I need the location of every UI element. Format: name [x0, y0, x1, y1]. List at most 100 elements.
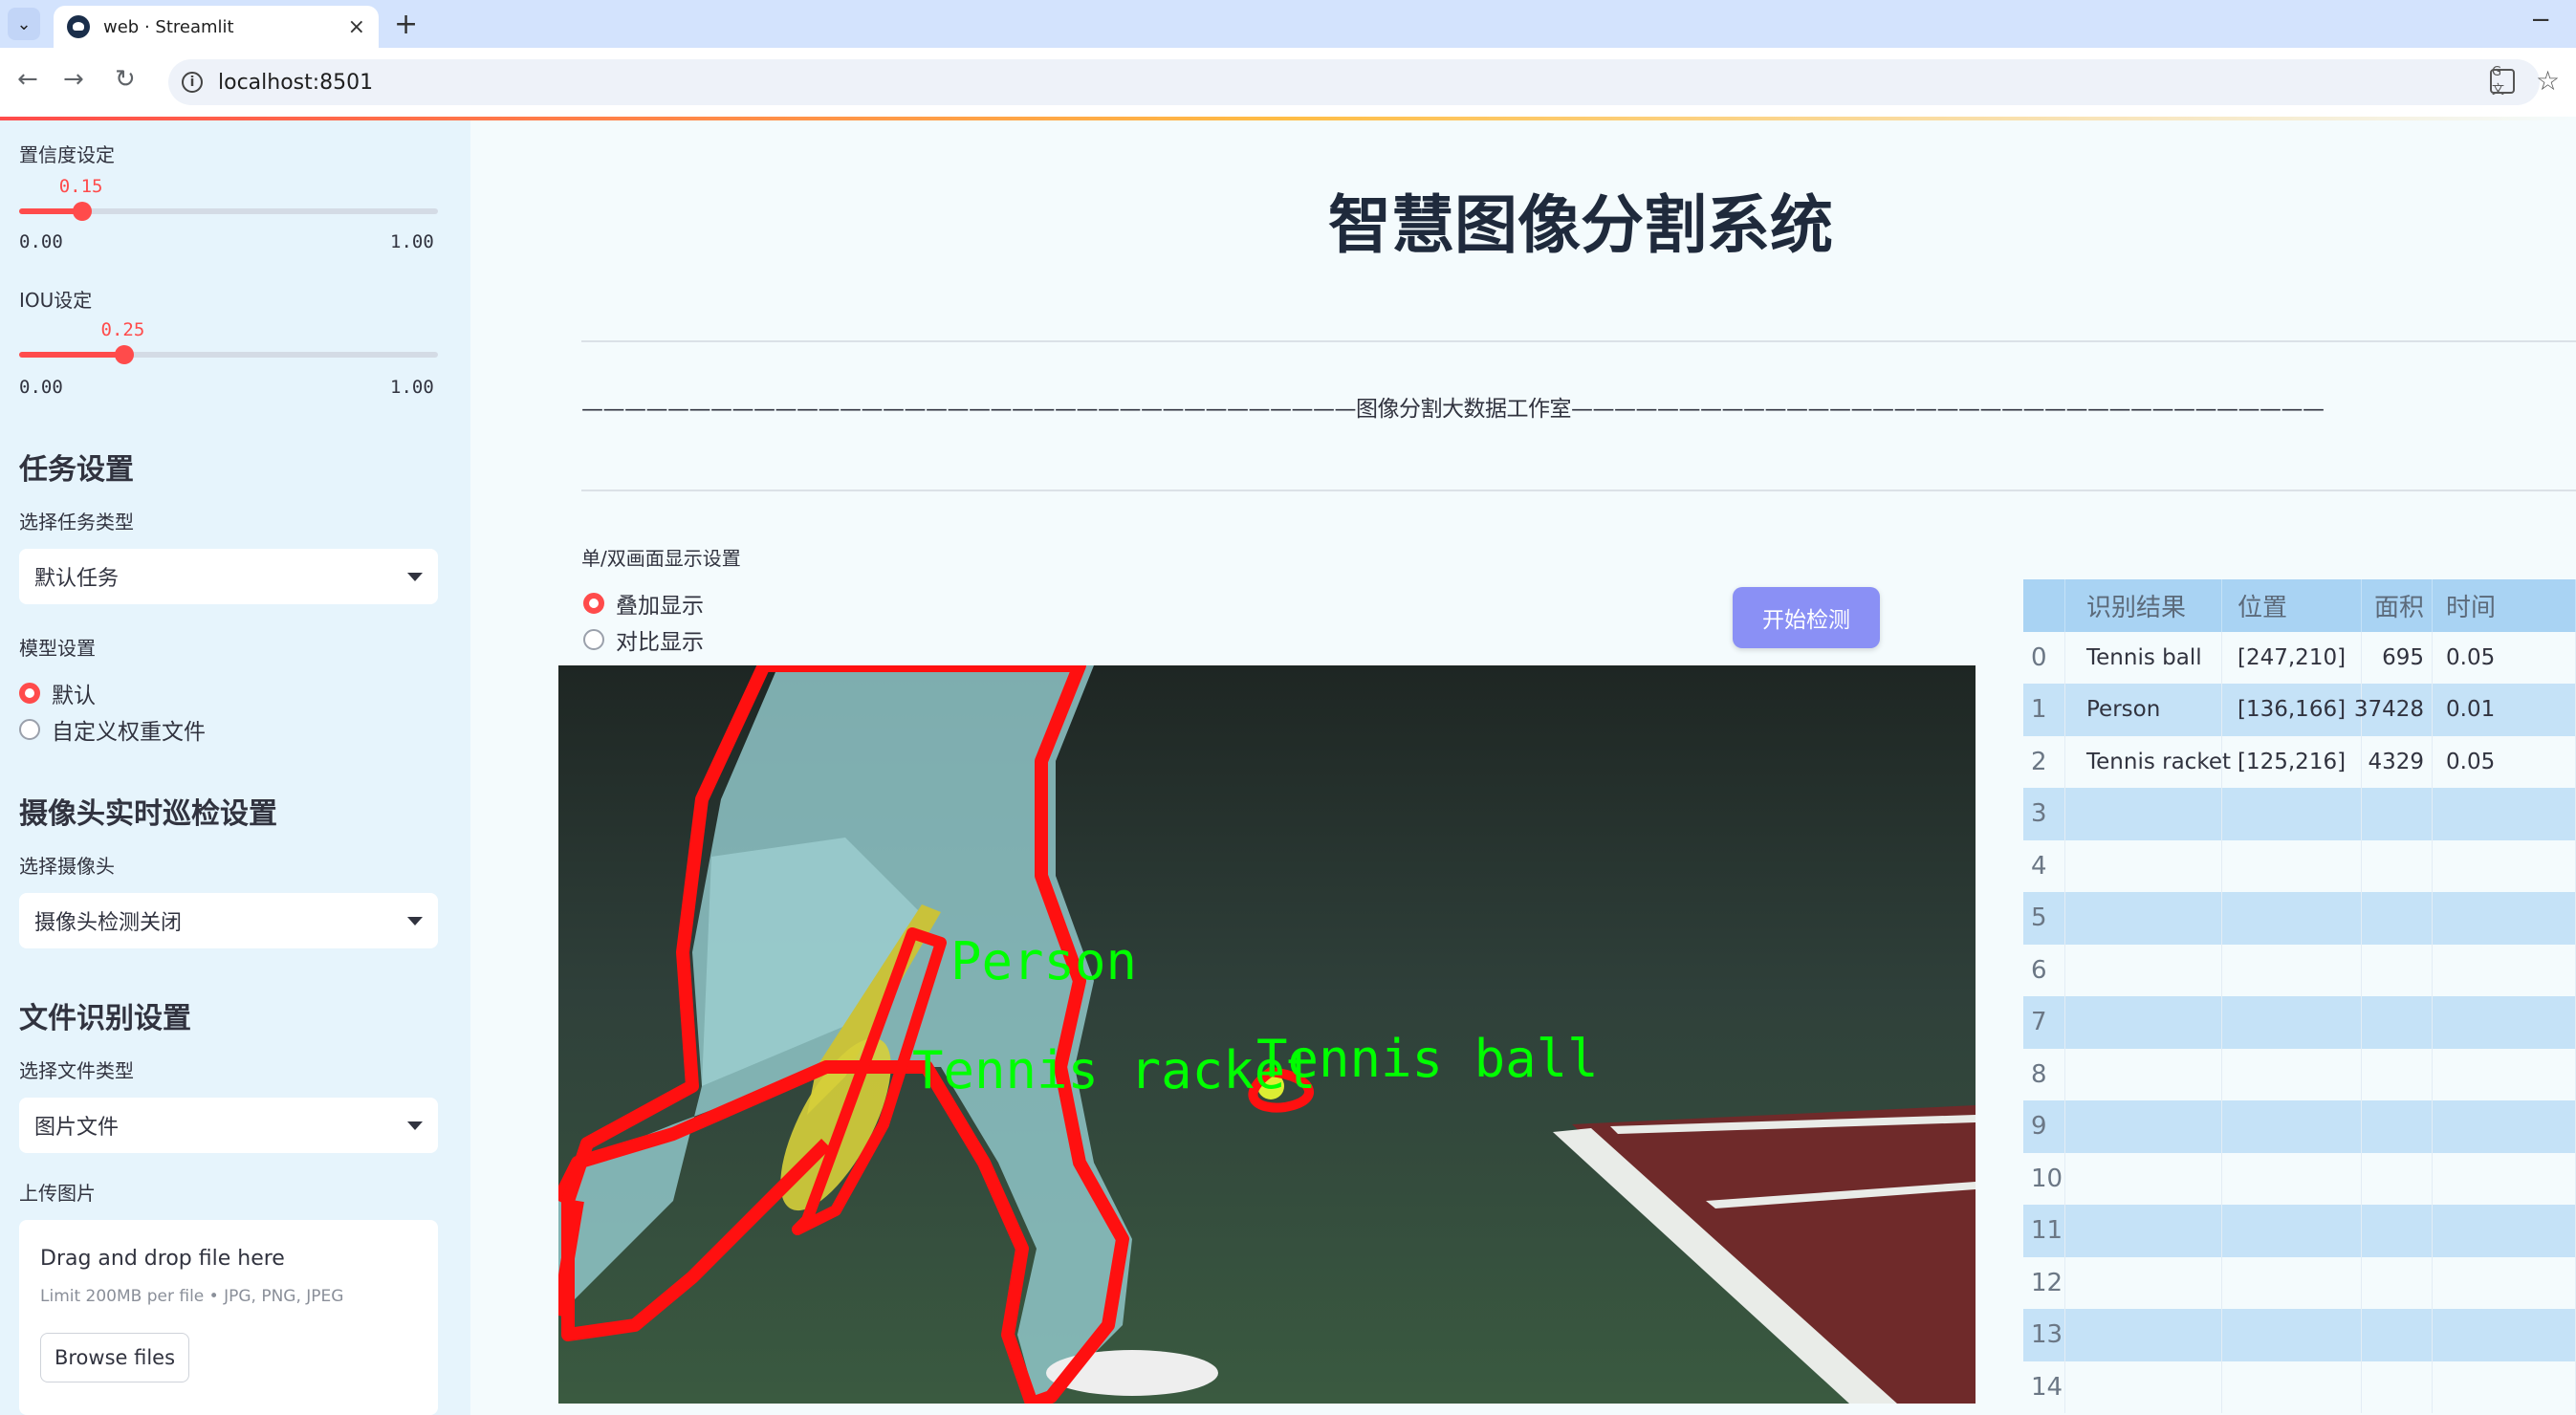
iou-max: 1.00: [390, 377, 434, 398]
table-row[interactable]: 7: [2023, 996, 2576, 1049]
table-row[interactable]: 9: [2023, 1100, 2576, 1153]
url-field[interactable]: i localhost:8501: [168, 59, 2540, 105]
table-row[interactable]: 6: [2023, 944, 2576, 996]
tab-title: web · Streamlit: [103, 16, 234, 37]
table-row[interactable]: 12: [2023, 1256, 2576, 1309]
reload-icon[interactable]: ↻: [115, 65, 136, 94]
browse-files-button[interactable]: Browse files: [40, 1333, 189, 1382]
row-index: 11: [2023, 1205, 2065, 1257]
file-dropzone[interactable]: Drag and drop file here Limit 200MB per …: [19, 1220, 438, 1415]
display-option-compare[interactable]: 对比显示: [583, 623, 704, 656]
cell-result: [2065, 1152, 2222, 1205]
tennis-scene-illustration: Person Tennis racket Tennis ball: [558, 665, 1976, 1404]
cell-result: [2065, 788, 2222, 840]
cell-area: [2362, 788, 2433, 840]
new-tab-button[interactable]: +: [394, 8, 418, 41]
cell-position: [136,166]: [2222, 684, 2362, 736]
start-detection-button[interactable]: 开始检测: [1733, 587, 1880, 648]
iou-slider-thumb[interactable]: [114, 345, 134, 364]
browser-tab-bar: ⌄ web · Streamlit × + −: [0, 0, 2576, 48]
table-header-area[interactable]: 面积: [2362, 579, 2433, 632]
cell-result: [2065, 1100, 2222, 1153]
divider-bottom: [581, 490, 2576, 491]
row-index: 0: [2023, 631, 2065, 684]
back-icon[interactable]: ←: [17, 65, 38, 94]
cell-position: [2222, 1256, 2362, 1309]
chevron-down-icon: [407, 572, 423, 581]
radio-unselected-icon: [583, 629, 604, 650]
cell-area: 37428: [2354, 684, 2433, 736]
cell-position: [2222, 839, 2362, 892]
camera-settings-header: 摄像头实时巡检设置: [19, 797, 277, 831]
cell-area: [2362, 1361, 2433, 1413]
cell-position: [2222, 892, 2362, 945]
table-row[interactable]: 11: [2023, 1205, 2576, 1257]
model-option-label: 自定义权重文件: [52, 720, 206, 745]
iou-slider-value: 0.25: [100, 319, 145, 340]
display-option-label: 对比显示: [616, 630, 704, 655]
cell-time: [2433, 1205, 2576, 1257]
dropzone-limit: Limit 200MB per file • JPG, PNG, JPEG: [40, 1287, 344, 1306]
bookmark-star-icon[interactable]: ☆: [2536, 65, 2560, 97]
cell-position: [2222, 1100, 2362, 1153]
row-index: 3: [2023, 788, 2065, 840]
label-person: Person: [950, 931, 1137, 991]
table-header-result[interactable]: 识别结果: [2065, 579, 2222, 632]
streamlit-favicon-icon: [67, 15, 90, 38]
tab-search-icon[interactable]: ⌄: [8, 8, 40, 40]
file-type-select[interactable]: 图片文件: [19, 1098, 438, 1153]
row-index: 7: [2023, 996, 2065, 1049]
table-row[interactable]: 1 Person [136,166] 37428 0.01: [2023, 684, 2576, 736]
table-row[interactable]: 2 Tennis racket [125,216] 4329 0.05: [2023, 735, 2576, 788]
cell-time: [2433, 1100, 2576, 1153]
cell-result: [2065, 1361, 2222, 1413]
row-index: 12: [2023, 1256, 2065, 1309]
table-row[interactable]: 10: [2023, 1152, 2576, 1205]
minimize-window-button[interactable]: −: [2530, 6, 2551, 34]
model-option-default[interactable]: 默认: [19, 677, 96, 709]
cell-result: [2065, 1256, 2222, 1309]
site-info-icon[interactable]: i: [182, 72, 203, 93]
table-row[interactable]: 0 Tennis ball [247,210] 695 0.05: [2023, 631, 2576, 684]
iou-min: 0.00: [19, 377, 63, 398]
cell-area: [2362, 1152, 2433, 1205]
divider-top: [581, 340, 2576, 342]
model-settings-label: 模型设置: [19, 637, 96, 660]
display-option-overlay[interactable]: 叠加显示: [583, 587, 704, 620]
display-option-label: 叠加显示: [616, 594, 704, 619]
display-mode-label: 单/双画面显示设置: [581, 547, 741, 570]
cell-time: 0.05: [2433, 735, 2576, 788]
row-index: 9: [2023, 1100, 2065, 1153]
cell-time: 0.05: [2433, 631, 2576, 684]
cell-area: [2362, 892, 2433, 945]
browser-tab[interactable]: web · Streamlit ×: [54, 6, 379, 48]
table-row[interactable]: 5: [2023, 892, 2576, 945]
label-tennis-ball: Tennis ball: [1256, 1029, 1599, 1089]
cell-result: [2065, 839, 2222, 892]
cell-result: Tennis ball: [2065, 631, 2222, 684]
table-row[interactable]: 14: [2023, 1361, 2576, 1413]
table-header-time[interactable]: 时间: [2433, 579, 2576, 632]
table-row[interactable]: 13: [2023, 1309, 2576, 1361]
cell-area: [2362, 944, 2433, 996]
cell-time: [2433, 996, 2576, 1049]
cell-result: [2065, 1205, 2222, 1257]
model-option-custom[interactable]: 自定义权重文件: [19, 713, 206, 746]
cell-area: [2362, 839, 2433, 892]
task-type-select[interactable]: 默认任务: [19, 549, 438, 604]
table-row[interactable]: 8: [2023, 1048, 2576, 1100]
cell-time: [2433, 788, 2576, 840]
translate-icon[interactable]: G文: [2490, 65, 2515, 98]
table-header-position[interactable]: 位置: [2222, 579, 2362, 632]
row-index: 8: [2023, 1048, 2065, 1100]
cell-result: [2065, 892, 2222, 945]
table-row[interactable]: 3: [2023, 788, 2576, 840]
iou-slider[interactable]: [19, 345, 438, 364]
camera-select[interactable]: 摄像头检测关闭: [19, 893, 438, 948]
table-row[interactable]: 4: [2023, 839, 2576, 892]
close-tab-icon[interactable]: ×: [348, 15, 365, 39]
row-index: 5: [2023, 892, 2065, 945]
forward-icon[interactable]: →: [63, 65, 84, 94]
cell-area: [2362, 1048, 2433, 1100]
cell-position: [125,216]: [2222, 735, 2362, 788]
